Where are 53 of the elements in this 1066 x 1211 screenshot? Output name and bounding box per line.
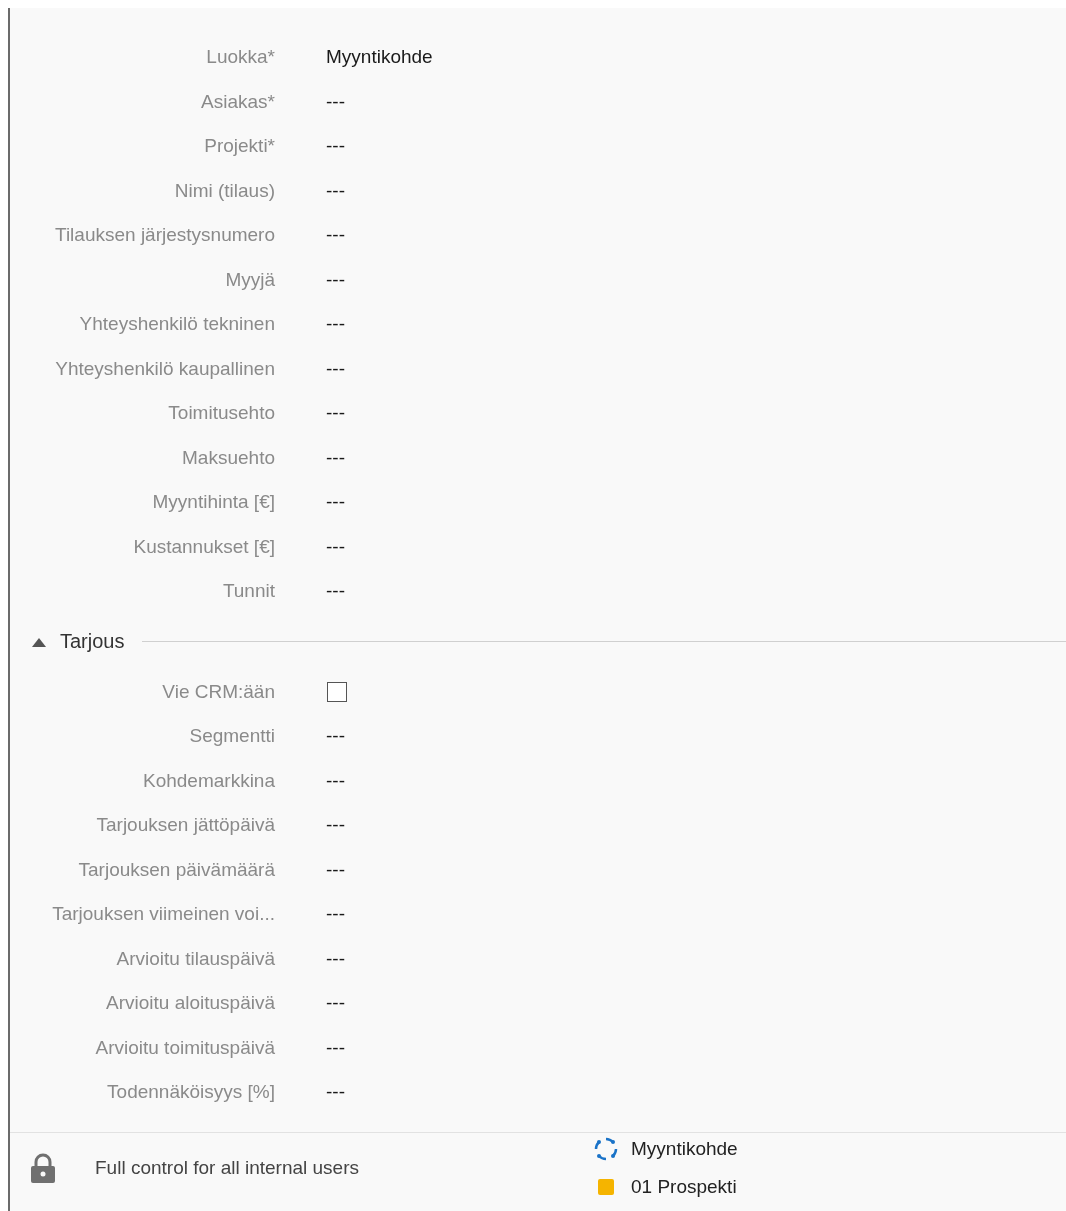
field-value: --- (326, 402, 345, 425)
cycle-icon (594, 1136, 618, 1161)
field-label: Todennäköisyys [%] (106, 1081, 275, 1104)
field-value: --- (326, 135, 345, 158)
field-label: Myyntihinta [€] (151, 491, 275, 514)
field-label: Kohdemarkkina (141, 769, 275, 792)
field-value: --- (326, 446, 345, 469)
field-label: Tarjouksen päivämäärä (77, 858, 275, 881)
field-label: Projekti* (203, 135, 275, 158)
section-title[interactable]: Tarjous (60, 630, 125, 653)
field-value: --- (326, 858, 345, 881)
field-value: --- (326, 268, 345, 291)
field-value: --- (326, 992, 345, 1015)
field-label: Arvioitu tilauspäivä (115, 947, 275, 970)
field-value: --- (326, 491, 345, 514)
field-label: Toimitusehto (167, 402, 275, 425)
lock-icon (30, 1152, 56, 1183)
status-label: 01 Prospekti (631, 1175, 737, 1198)
field-value: --- (326, 90, 345, 113)
field-value: --- (326, 179, 345, 202)
field-label: Maksuehto (181, 446, 275, 469)
field-value: --- (326, 814, 345, 837)
field-value: --- (326, 903, 345, 926)
field-value: --- (326, 224, 345, 247)
collapse-triangle-icon[interactable] (32, 636, 46, 647)
field-value: --- (326, 1036, 345, 1059)
field-label: Myyjä (224, 268, 275, 291)
field-value: --- (326, 313, 345, 336)
field-label: Yhteyshenkilö kaupallinen (54, 357, 275, 380)
field-label: Asiakas* (200, 90, 275, 113)
field-label: Nimi (tilaus) (173, 179, 275, 202)
field-value: --- (326, 580, 345, 603)
field-label: Kustannukset [€] (132, 535, 275, 558)
status-label: Myyntikohde (631, 1137, 738, 1160)
field-value: --- (326, 1081, 345, 1104)
field-label: Tilauksen järjestysnumero (54, 224, 275, 247)
checkbox[interactable] (327, 681, 347, 702)
field-label: Tarjouksen jättöpäivä (95, 814, 275, 837)
field-value: --- (326, 769, 345, 792)
field-label: Arvioitu aloituspäivä (105, 992, 275, 1015)
field-label: Tarjouksen viimeinen voi... (51, 903, 275, 926)
field-value: Myyntikohde (326, 46, 433, 69)
field-label: Arvioitu toimituspäivä (94, 1036, 275, 1059)
field-value: --- (326, 725, 345, 748)
field-label: Vie CRM:ään (161, 680, 275, 703)
field-value: --- (326, 357, 345, 380)
field-label: Segmentti (188, 725, 275, 748)
field-label: Luokka* (205, 46, 275, 69)
permission-text: Full control for all internal users (95, 1156, 360, 1179)
field-label: Tunnit (221, 580, 275, 603)
field-label: Yhteyshenkilö tekninen (78, 313, 275, 336)
field-value: --- (326, 947, 345, 970)
field-value: --- (326, 535, 345, 558)
